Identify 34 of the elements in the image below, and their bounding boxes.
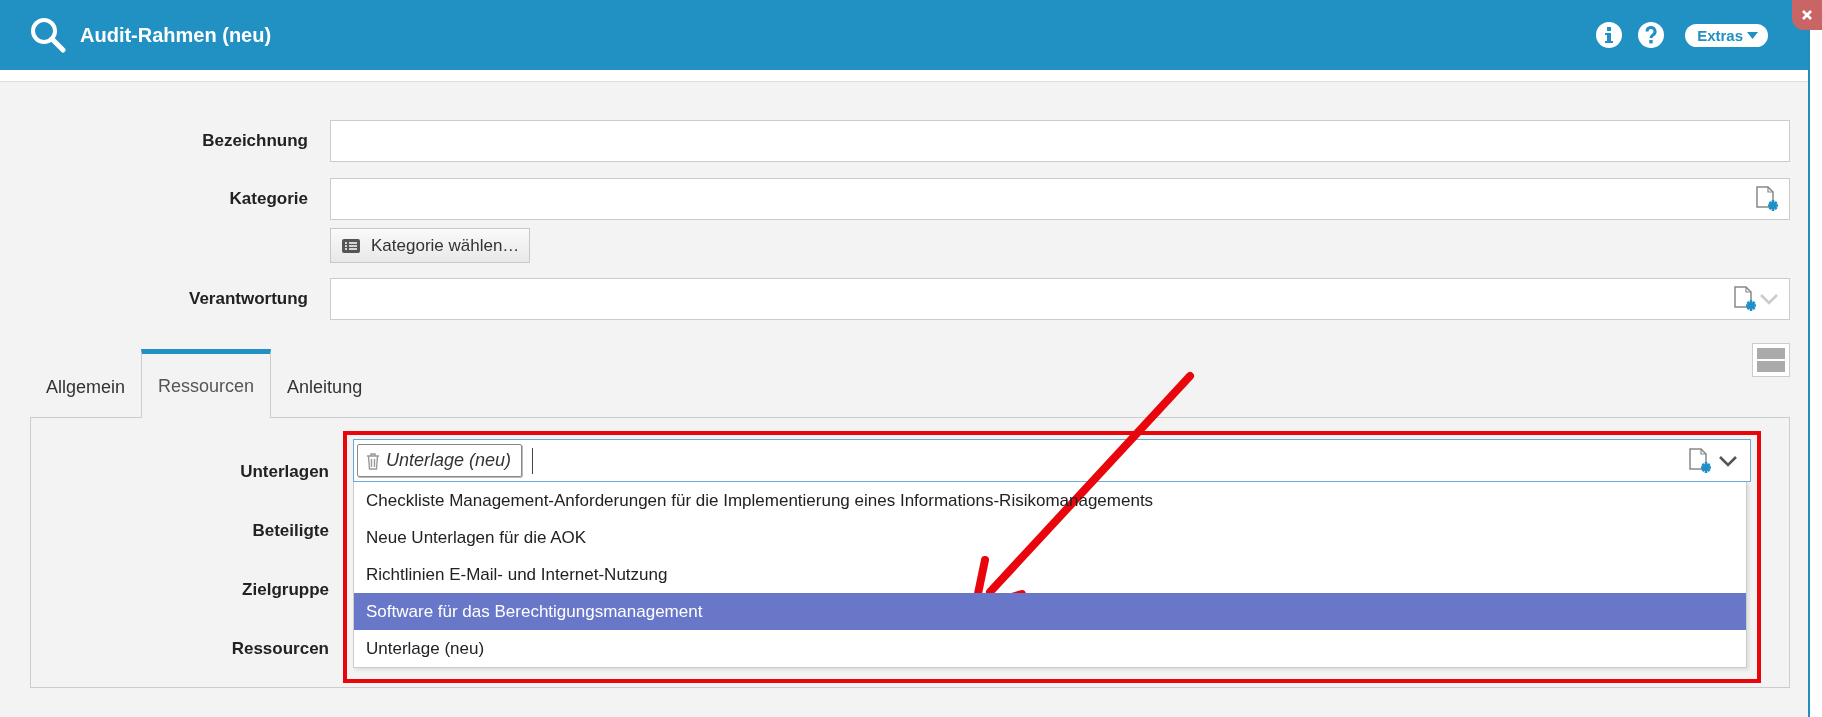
dropdown-option[interactable]: Richtlinien E-Mail- und Internet-Nutzung: [354, 556, 1746, 593]
list-icon: [341, 237, 361, 254]
caret-icon: [1747, 31, 1758, 39]
selected-tag[interactable]: Unterlage (neu): [357, 444, 523, 477]
dropdown-option[interactable]: Neue Unterlagen für die AOK: [354, 519, 1746, 556]
input-field[interactable]: [330, 278, 1790, 320]
window-title: Audit-Rahmen (neu): [80, 23, 273, 47]
layout-toggle-icon[interactable]: [1752, 343, 1790, 377]
field-label: Bezeichnung: [201, 131, 308, 151]
field-label: Zielgruppe: [241, 580, 329, 600]
input-field[interactable]: [330, 178, 1790, 220]
close-button[interactable]: [1792, 0, 1822, 30]
extras-button[interactable]: Extras: [1685, 23, 1768, 47]
field-label: Kategorie: [228, 189, 308, 209]
trash-icon[interactable]: [366, 451, 380, 470]
new-document-icon[interactable]: [1688, 447, 1712, 474]
search-icon: [30, 17, 66, 53]
input-field[interactable]: [330, 120, 1790, 162]
field-label: Unterlagen: [239, 462, 329, 482]
field-label: Ressourcen: [230, 639, 329, 659]
choose-category-button[interactable]: Kategorie wählen…: [330, 228, 531, 263]
help-icon[interactable]: [1637, 21, 1666, 49]
documents-combo-field[interactable]: Unterlage (neu): [353, 439, 1751, 482]
info-icon[interactable]: [1595, 21, 1624, 49]
new-document-icon[interactable]: [1733, 286, 1757, 312]
dropdown-option[interactable]: Unterlage (neu): [354, 630, 1746, 667]
field-label: Verantwortung: [188, 289, 308, 309]
text-cursor: [532, 447, 534, 474]
tab[interactable]: Ressourcen: [141, 349, 272, 418]
dropdown-option[interactable]: Software für das Berechtigungsmanagement: [354, 593, 1746, 630]
chevron-down-icon[interactable]: [1718, 453, 1738, 468]
field-label: Beteiligte: [251, 521, 329, 541]
close-icon: [1801, 9, 1813, 21]
new-document-icon[interactable]: [1755, 186, 1779, 212]
